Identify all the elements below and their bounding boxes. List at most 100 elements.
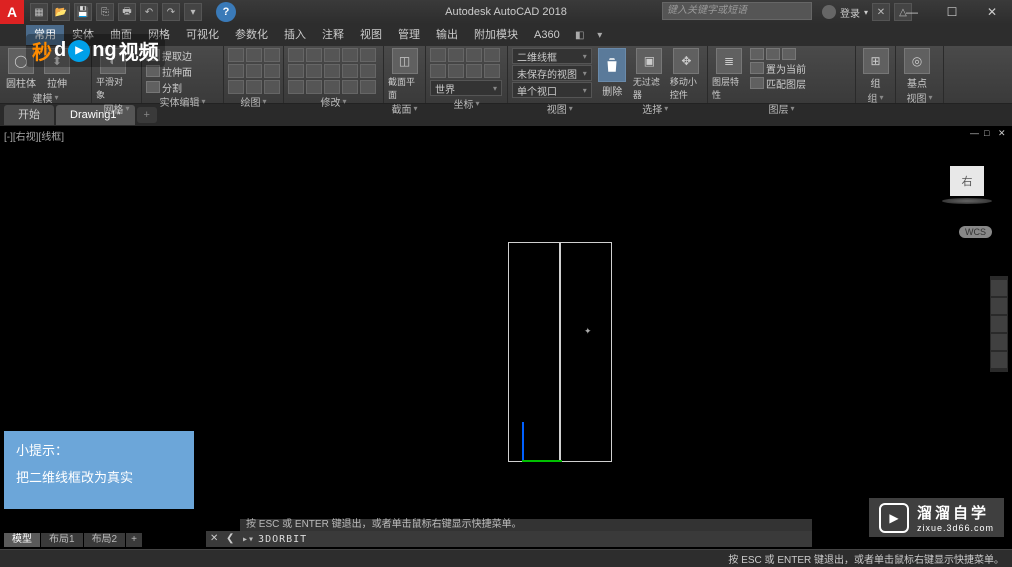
modify-icon[interactable] [360, 80, 376, 94]
modify-icon[interactable] [360, 48, 376, 62]
viewport-label[interactable]: [-][右视][线框] [4, 128, 64, 143]
separate-button[interactable]: 分割 [146, 80, 216, 94]
panel-label-group[interactable]: 组 [860, 90, 891, 104]
draw-icon[interactable] [246, 48, 262, 62]
panel-label-view2[interactable]: 视图 [900, 90, 939, 104]
exchange-icon[interactable]: ✕ [872, 3, 890, 21]
draw-icon[interactable] [246, 64, 262, 78]
qat-saveas-icon[interactable]: ⎘ [96, 3, 114, 21]
layer-icon[interactable] [782, 48, 796, 60]
menu-featured-icon[interactable]: ◧ [572, 27, 588, 43]
layer-icon[interactable] [766, 48, 780, 60]
search-input[interactable]: 键入关键字或短语 [662, 2, 812, 20]
wcs-badge[interactable]: WCS [959, 226, 992, 238]
help-icon[interactable]: ? [216, 2, 236, 22]
modify-icon[interactable] [306, 48, 322, 62]
menu-tab-annotate[interactable]: 注释 [314, 25, 352, 45]
ucs-icon[interactable] [430, 48, 446, 62]
ucs-icon[interactable] [484, 64, 500, 78]
modify-icon[interactable] [360, 64, 376, 78]
layout-tab-model[interactable]: 模型 [4, 533, 40, 547]
panel-label-section[interactable]: 截面 [388, 101, 421, 115]
qat-save-icon[interactable]: 💾 [74, 3, 92, 21]
section-button[interactable]: ◫ 截面平面 [388, 48, 421, 101]
menu-tab-output[interactable]: 输出 [428, 25, 466, 45]
nofilter-button[interactable]: ▣ 无过滤器 [633, 48, 666, 101]
menu-tab-view[interactable]: 视图 [352, 25, 390, 45]
command-line[interactable]: ✕ ❮ ▸▾ 3DORBIT [206, 531, 812, 547]
draw-icon[interactable] [228, 48, 244, 62]
panel-label-draw[interactable]: 绘图 [228, 94, 279, 108]
modify-icon[interactable] [306, 80, 322, 94]
draw-icon[interactable] [264, 64, 280, 78]
app-logo-icon[interactable]: A [0, 0, 24, 24]
setcurrent-button[interactable]: 置为当前 [750, 61, 806, 75]
ucs-icon[interactable] [448, 48, 464, 62]
modify-icon[interactable] [288, 48, 304, 62]
layout-tab-2[interactable]: 布局2 [84, 533, 126, 547]
menu-tab-addins[interactable]: 附加模块 [466, 25, 526, 45]
viewcube-compass[interactable] [942, 198, 992, 204]
panel-label-coords[interactable]: 坐标 [430, 96, 503, 110]
viewport-dropdown[interactable]: 单个视口 [512, 82, 592, 98]
draw-icon[interactable] [228, 64, 244, 78]
vp-min-icon[interactable]: — [970, 128, 980, 138]
modify-icon[interactable] [342, 80, 358, 94]
viewcube[interactable]: 右 [942, 166, 992, 206]
vp-close-icon[interactable]: ✕ [998, 128, 1008, 138]
modify-icon[interactable] [324, 48, 340, 62]
panel-label-modify[interactable]: 修改 [288, 94, 379, 108]
panel-label-layers[interactable]: 图层 [712, 101, 851, 115]
nav-pan-icon[interactable] [991, 298, 1007, 314]
group-button[interactable]: ⊞ 组 [860, 48, 891, 90]
layout-tab-1[interactable]: 布局1 [41, 533, 83, 547]
vp-max-icon[interactable]: □ [984, 128, 994, 138]
draw-icon[interactable] [264, 80, 280, 94]
menu-tab-manage[interactable]: 管理 [390, 25, 428, 45]
ucs-dropdown[interactable]: 世界 [430, 80, 502, 96]
panel-label-select[interactable]: 选择 [608, 101, 704, 115]
modify-icon[interactable] [324, 80, 340, 94]
cmdline-close-icon[interactable]: ✕ [210, 533, 222, 545]
minimize-button[interactable]: — [892, 0, 932, 24]
panel-label-mesh[interactable]: 网格 [96, 101, 137, 115]
draw-icon[interactable] [228, 80, 244, 94]
cmdline-history-icon[interactable]: ❮ [226, 533, 238, 545]
base-button[interactable]: ◎ 基点 [900, 48, 934, 90]
layer-icon[interactable] [750, 48, 764, 60]
qat-redo-icon[interactable]: ↷ [162, 3, 180, 21]
nav-showmotion-icon[interactable] [991, 352, 1007, 368]
layerprops-button[interactable]: ≣ 图层特性 [712, 48, 746, 101]
gizmo-button[interactable]: ✥ 移动小控件 [670, 48, 703, 101]
qat-plot-icon[interactable]: 🖶 [118, 3, 136, 21]
menu-tab-insert[interactable]: 插入 [276, 25, 314, 45]
nav-wheel-icon[interactable] [991, 280, 1007, 296]
modify-icon[interactable] [324, 64, 340, 78]
maximize-button[interactable]: ☐ [932, 0, 972, 24]
draw-icon[interactable] [246, 80, 262, 94]
nav-zoom-icon[interactable] [991, 316, 1007, 332]
modify-icon[interactable] [288, 64, 304, 78]
modify-icon[interactable] [342, 48, 358, 62]
menu-expand-icon[interactable]: ▾ [592, 27, 608, 43]
ucs-icon[interactable] [466, 64, 482, 78]
panel-label-modeling[interactable]: 建模 [4, 90, 87, 104]
viewcube-face[interactable]: 右 [950, 166, 984, 196]
draw-icon[interactable] [264, 48, 280, 62]
visualstyle-dropdown[interactable]: 二维线框 [512, 48, 592, 64]
ucs-icon[interactable] [448, 64, 464, 78]
ucs-icon[interactable] [430, 64, 446, 78]
matchlayer-button[interactable]: 匹配图层 [750, 76, 806, 90]
close-button[interactable]: ✕ [972, 0, 1012, 24]
nav-orbit-icon[interactable] [991, 334, 1007, 350]
qat-open-icon[interactable]: 📂 [52, 3, 70, 21]
layout-tab-add[interactable]: + [126, 533, 142, 547]
modify-icon[interactable] [288, 80, 304, 94]
menu-tab-parametric[interactable]: 参数化 [227, 25, 276, 45]
tab-add-button[interactable]: + [137, 107, 157, 123]
delete-button[interactable]: 删除 [596, 48, 629, 98]
ucs-icon[interactable] [484, 48, 500, 62]
menu-tab-visualize[interactable]: 可视化 [178, 25, 227, 45]
tab-start[interactable]: 开始 [4, 105, 54, 125]
panel-label-view[interactable]: 视图 [512, 101, 608, 115]
